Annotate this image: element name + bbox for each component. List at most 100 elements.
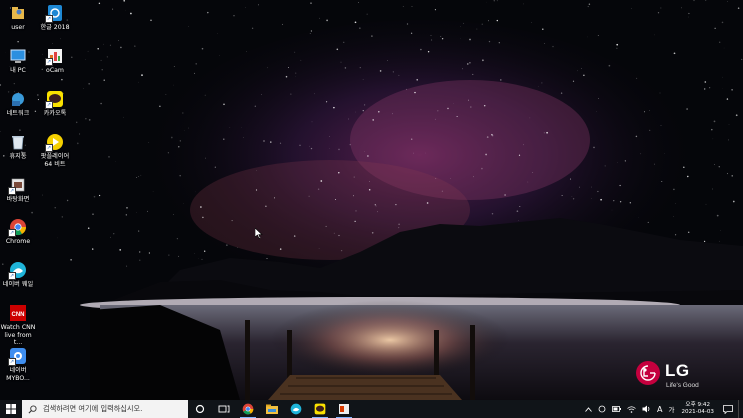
star: [194, 72, 195, 74]
taskbar-file-explorer-button[interactable]: [260, 400, 284, 418]
star: [70, 258, 72, 261]
taskbar-office-button[interactable]: [332, 400, 356, 418]
naver-mybox-icon: ↗: [8, 347, 27, 366]
desktop-icon-kakaotalk[interactable]: ↗ 카카오톡: [37, 90, 73, 118]
star: [290, 93, 292, 95]
star: [136, 177, 137, 178]
star: [587, 36, 588, 38]
star: [98, 2, 101, 5]
taskbar-kakaotalk-button[interactable]: [308, 400, 332, 418]
star: [544, 43, 545, 44]
star: [261, 94, 262, 95]
tray-wifi-button[interactable]: [624, 400, 639, 418]
clock-time: 오후 9:42: [685, 402, 711, 409]
desktop-icon-user[interactable]: user: [0, 4, 36, 32]
desktop-icon-hangul-2018[interactable]: ↗ 한글 2018: [37, 4, 73, 32]
star: [340, 61, 342, 63]
star: [266, 258, 268, 259]
star: [581, 68, 582, 69]
shortcut-arrow-icon: ↗: [8, 229, 16, 237]
naver-whale-icon: ↗: [8, 261, 27, 280]
star: [294, 51, 296, 53]
star: [270, 141, 272, 143]
desktop-icon-chrome[interactable]: ↗ Chrome: [0, 218, 36, 246]
star: [541, 82, 543, 84]
desktop-icon-naver-mybox[interactable]: ↗ 네이버 MYBO...: [0, 347, 36, 382]
star: [392, 113, 393, 115]
star: [496, 0, 498, 2]
desktop-icon-label: Watch CNN live from t...: [0, 324, 36, 346]
star: [311, 121, 313, 123]
star: [119, 249, 122, 251]
star: [318, 248, 320, 249]
desktop-icon-potplayer[interactable]: ↗ 팟플레이어 64 비트: [37, 133, 73, 168]
star: [106, 56, 108, 58]
star: [329, 136, 330, 137]
notifications-button[interactable]: [718, 400, 738, 418]
ime-mode-indicator[interactable]: 가: [666, 400, 678, 418]
star: [134, 45, 136, 47]
desktop-icon-network[interactable]: 네트워크: [0, 90, 36, 118]
star: [392, 71, 394, 73]
input-language-indicator[interactable]: A: [654, 400, 665, 418]
taskbar-naver-whale-button[interactable]: [284, 400, 308, 418]
desktop-icon-ocam[interactable]: ↗ oCam: [37, 47, 73, 75]
cortana-button[interactable]: [188, 400, 212, 418]
star: [703, 240, 706, 243]
potplayer-icon: ↗: [45, 133, 64, 152]
star: [410, 138, 413, 140]
star: [148, 142, 150, 143]
star: [165, 94, 167, 95]
star: [123, 0, 125, 2]
star: [688, 12, 690, 15]
star: [379, 70, 382, 72]
star: [731, 175, 733, 177]
desktop-icon-this-pc[interactable]: 내 PC: [0, 47, 36, 75]
star: [317, 188, 320, 190]
desktop-icon-recycle-bin[interactable]: 휴지통: [0, 133, 36, 161]
taskbar-search-box[interactable]: 검색하려면 여기에 입력하십시오.: [22, 400, 188, 418]
star: [727, 1, 728, 2]
star: [281, 23, 284, 25]
taskbar-clock[interactable]: 오후 9:42 2021-04-03: [677, 402, 718, 416]
desktop-icon-cnn[interactable]: CNN Watch CNN live from t...: [0, 304, 36, 347]
tray-battery-button[interactable]: [609, 400, 624, 418]
task-view-button[interactable]: [212, 400, 236, 418]
show-hidden-icons-button[interactable]: [582, 400, 595, 418]
show-desktop-button[interactable]: [738, 400, 743, 418]
star: [675, 234, 677, 236]
star: [359, 27, 361, 29]
star: [413, 152, 414, 154]
star: [354, 220, 356, 222]
star: [731, 88, 733, 91]
star: [75, 121, 78, 124]
star: [333, 106, 335, 109]
tray-sync-button[interactable]: [595, 400, 609, 418]
star: [485, 153, 487, 156]
star: [103, 43, 104, 45]
star: [427, 51, 430, 53]
star: [500, 79, 502, 81]
star: [173, 84, 174, 86]
lg-tagline: Life's Good: [666, 382, 699, 389]
star: [223, 103, 225, 106]
star: [231, 220, 233, 222]
star: [518, 220, 519, 221]
star: [395, 203, 397, 206]
star: [61, 216, 63, 218]
tray-volume-button[interactable]: [639, 400, 654, 418]
start-button[interactable]: [0, 400, 22, 418]
star: [368, 189, 371, 191]
desktop-icon-label: 팟플레이어 64 비트: [40, 153, 70, 168]
star: [103, 79, 105, 81]
star: [635, 135, 638, 138]
desktop-icon-desktop-folder[interactable]: ↗ 바탕화면: [0, 176, 36, 204]
taskbar-chrome-button[interactable]: [236, 400, 260, 418]
star: [542, 28, 544, 31]
star: [711, 188, 713, 190]
star: [481, 167, 483, 170]
desktop-icon-label: oCam: [46, 67, 64, 74]
office-icon: [339, 404, 349, 414]
desktop-icon-naver-whale[interactable]: ↗ 네이버 웨일: [0, 261, 36, 289]
desktop-folder-icon: ↗: [8, 176, 27, 195]
